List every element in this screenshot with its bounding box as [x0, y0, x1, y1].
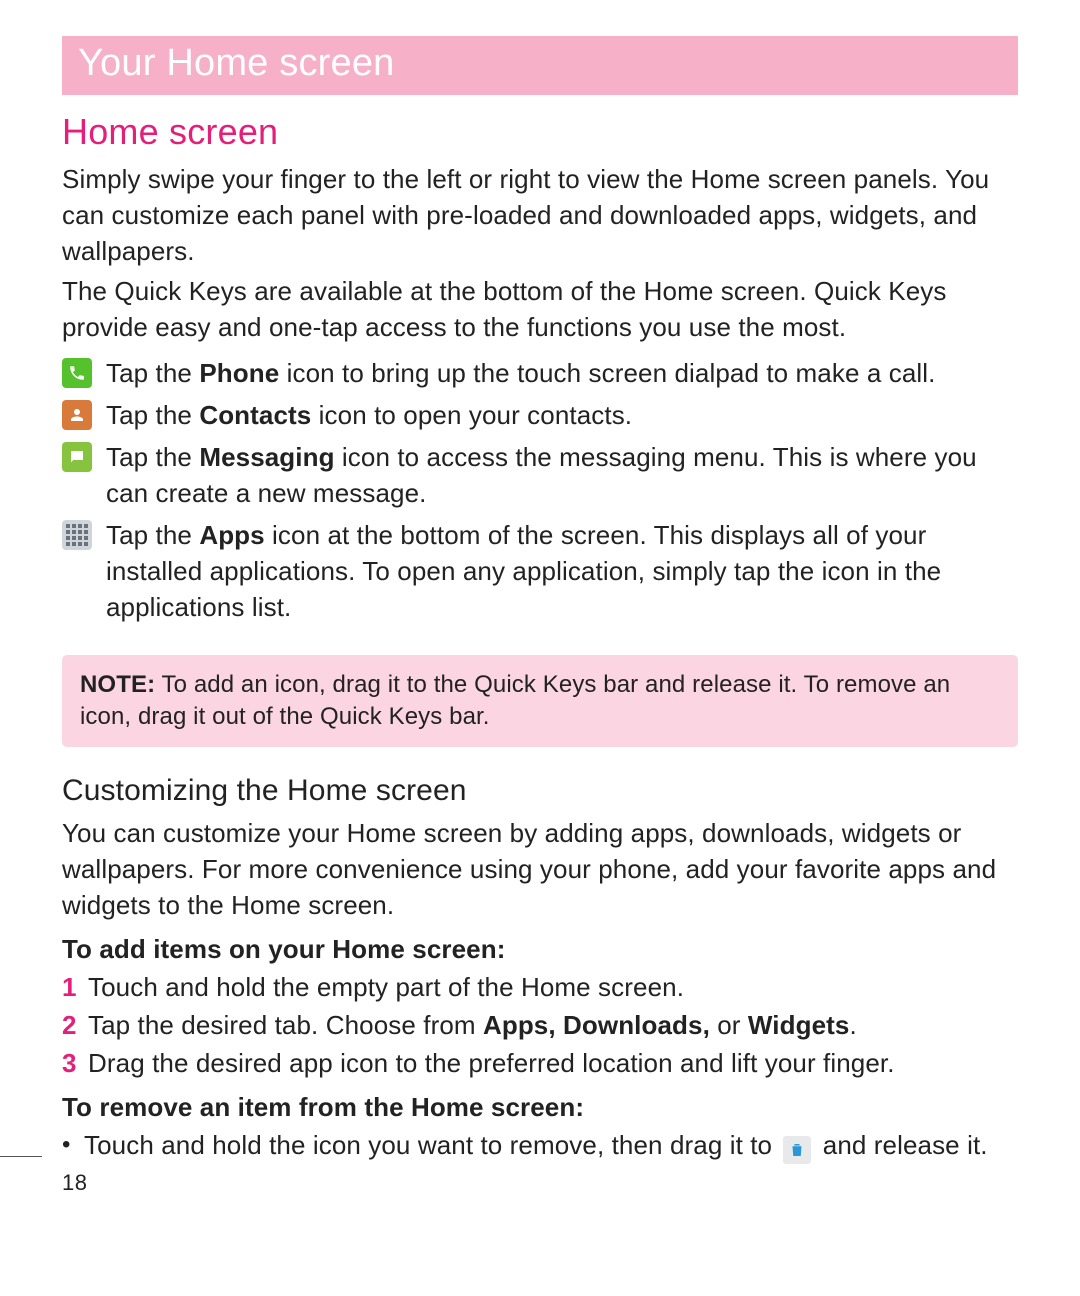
step-number: 3 [62, 1045, 88, 1081]
note-text: To add an icon, drag it to the Quick Key… [80, 671, 950, 730]
customizing-paragraph: You can customize your Home screen by ad… [62, 815, 1018, 923]
page-number: 18 [62, 1170, 87, 1196]
section-heading-home-screen: Home screen [62, 111, 1018, 153]
remove-item-text: Touch and hold the icon you want to remo… [84, 1127, 988, 1164]
step-number: 1 [62, 969, 88, 1005]
page-divider [0, 1156, 42, 1157]
apps-icon [62, 520, 92, 550]
quick-key-messaging-row: Tap the Messaging icon to access the mes… [62, 439, 1018, 511]
quick-key-phone-row: Tap the Phone icon to bring up the touch… [62, 355, 1018, 391]
note-label: NOTE: [80, 671, 155, 698]
page-banner: Your Home screen [62, 36, 1018, 95]
contacts-icon [62, 400, 92, 430]
step-1: 1 Touch and hold the empty part of the H… [62, 969, 1018, 1005]
quick-key-apps-text: Tap the Apps icon at the bottom of the s… [106, 517, 1018, 625]
step-2: 2 Tap the desired tab. Choose from Apps,… [62, 1007, 1018, 1043]
subheading-add-items: To add items on your Home screen: [62, 931, 1018, 967]
intro-paragraph-1: Simply swipe your finger to the left or … [62, 161, 1018, 269]
section-heading-customizing: Customizing the Home screen [62, 773, 1018, 809]
body-content: Simply swipe your finger to the left or … [62, 161, 1018, 1164]
step-3: 3 Drag the desired app icon to the prefe… [62, 1045, 1018, 1081]
quick-key-contacts-text: Tap the Contacts icon to open your conta… [106, 397, 1018, 433]
subheading-remove-item: To remove an item from the Home screen: [62, 1089, 1018, 1125]
quick-keys-list: Tap the Phone icon to bring up the touch… [62, 355, 1018, 625]
quick-key-messaging-text: Tap the Messaging icon to access the mes… [106, 439, 1018, 511]
trash-icon [783, 1136, 811, 1164]
note-box: NOTE: To add an icon, drag it to the Qui… [62, 655, 1018, 747]
messaging-icon [62, 442, 92, 472]
phone-icon [62, 358, 92, 388]
step-text: Drag the desired app icon to the preferr… [88, 1045, 895, 1081]
intro-paragraph-2: The Quick Keys are available at the bott… [62, 273, 1018, 345]
quick-key-apps-row: Tap the Apps icon at the bottom of the s… [62, 517, 1018, 625]
step-number: 2 [62, 1007, 88, 1043]
remove-item-bullet: • Touch and hold the icon you want to re… [62, 1127, 1018, 1164]
quick-key-contacts-row: Tap the Contacts icon to open your conta… [62, 397, 1018, 433]
step-text: Tap the desired tab. Choose from Apps, D… [88, 1007, 857, 1043]
bullet-dot: • [62, 1127, 84, 1164]
step-text: Touch and hold the empty part of the Hom… [88, 969, 684, 1005]
manual-page: Your Home screen Home screen Simply swip… [0, 0, 1080, 1296]
quick-key-phone-text: Tap the Phone icon to bring up the touch… [106, 355, 1018, 391]
add-items-steps: 1 Touch and hold the empty part of the H… [62, 969, 1018, 1081]
